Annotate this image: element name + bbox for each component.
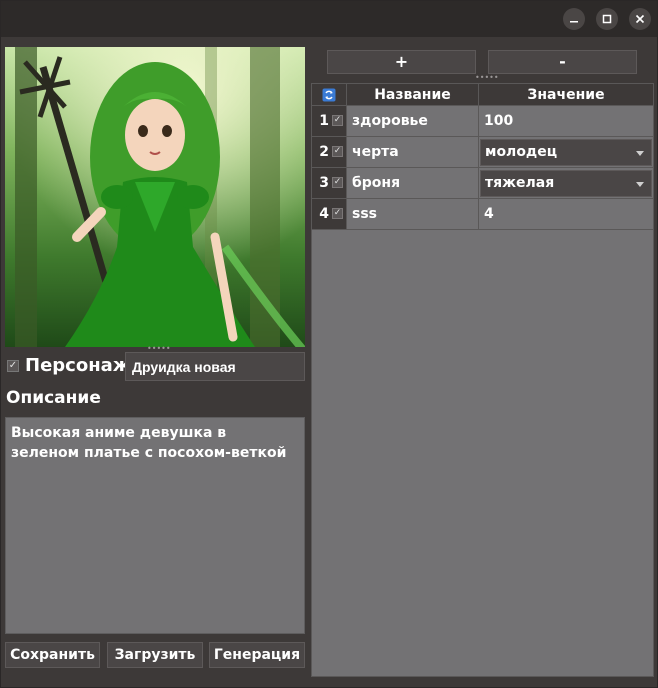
close-icon [635,14,645,24]
row-number: 1 [312,106,330,136]
row-number: 2 [312,137,330,167]
row-name-cell[interactable]: черта [347,137,479,167]
maximize-icon [602,14,612,24]
row-value-dropdown[interactable]: молодец [480,139,652,166]
table-row: 3 ✓ броня тяжелая [312,168,653,199]
chevron-down-icon [636,151,644,156]
table-row: 2 ✓ черта молодец [312,137,653,168]
table-splitter-handle[interactable]: ••••• [475,74,499,82]
row-name-cell[interactable]: здоровье [347,106,479,136]
load-button[interactable]: Загрузить [107,642,203,668]
column-header-value[interactable]: Значение [479,84,653,106]
character-checkbox[interactable]: ✓ [7,360,19,372]
table-header: Название Значение [312,84,653,106]
character-portrait [5,47,305,347]
row-value-cell[interactable]: 4 [479,199,653,229]
row-name-cell[interactable]: броня [347,168,479,198]
row-value-cell[interactable]: 100 [479,106,653,136]
table-row: 1 ✓ здоровье 100 [312,106,653,137]
character-label: Персонаж [25,355,131,376]
add-row-button[interactable]: + [327,50,476,74]
table-row: 4 ✓ sss 4 [312,199,653,230]
splitter-handle[interactable]: ••••• [147,345,171,353]
close-button[interactable] [629,8,651,30]
generate-button[interactable]: Генерация [209,642,305,668]
row-checkbox[interactable]: ✓ [330,137,347,167]
save-button[interactable]: Сохранить [5,642,100,668]
description-label: Описание [6,388,101,408]
properties-table: Название Значение 1 ✓ здоровье 100 2 ✓ ч… [311,83,654,677]
row-checkbox[interactable]: ✓ [330,199,347,229]
minimize-button[interactable] [563,8,585,30]
minimize-icon [570,21,578,23]
title-bar [1,1,657,37]
portrait-image [5,47,305,347]
row-number: 3 [312,168,330,198]
remove-row-button[interactable]: - [488,50,637,74]
row-number: 4 [312,199,330,229]
row-name-cell[interactable]: sss [347,199,479,229]
column-header-name[interactable]: Название [347,84,479,106]
refresh-icon [322,88,336,102]
character-name-input[interactable] [125,352,305,381]
refresh-header-button[interactable] [312,84,347,106]
dropdown-value: молодец [485,144,558,160]
dropdown-value: тяжелая [485,175,555,191]
app-window: ••••• ✓ Персонаж Описание Высокая аниме … [0,0,658,688]
chevron-down-icon [636,182,644,187]
row-checkbox[interactable]: ✓ [330,106,347,136]
row-value-dropdown[interactable]: тяжелая [480,170,652,197]
maximize-button[interactable] [596,8,618,30]
row-checkbox[interactable]: ✓ [330,168,347,198]
description-textarea[interactable]: Высокая аниме девушка в зеленом платье с… [5,417,305,634]
